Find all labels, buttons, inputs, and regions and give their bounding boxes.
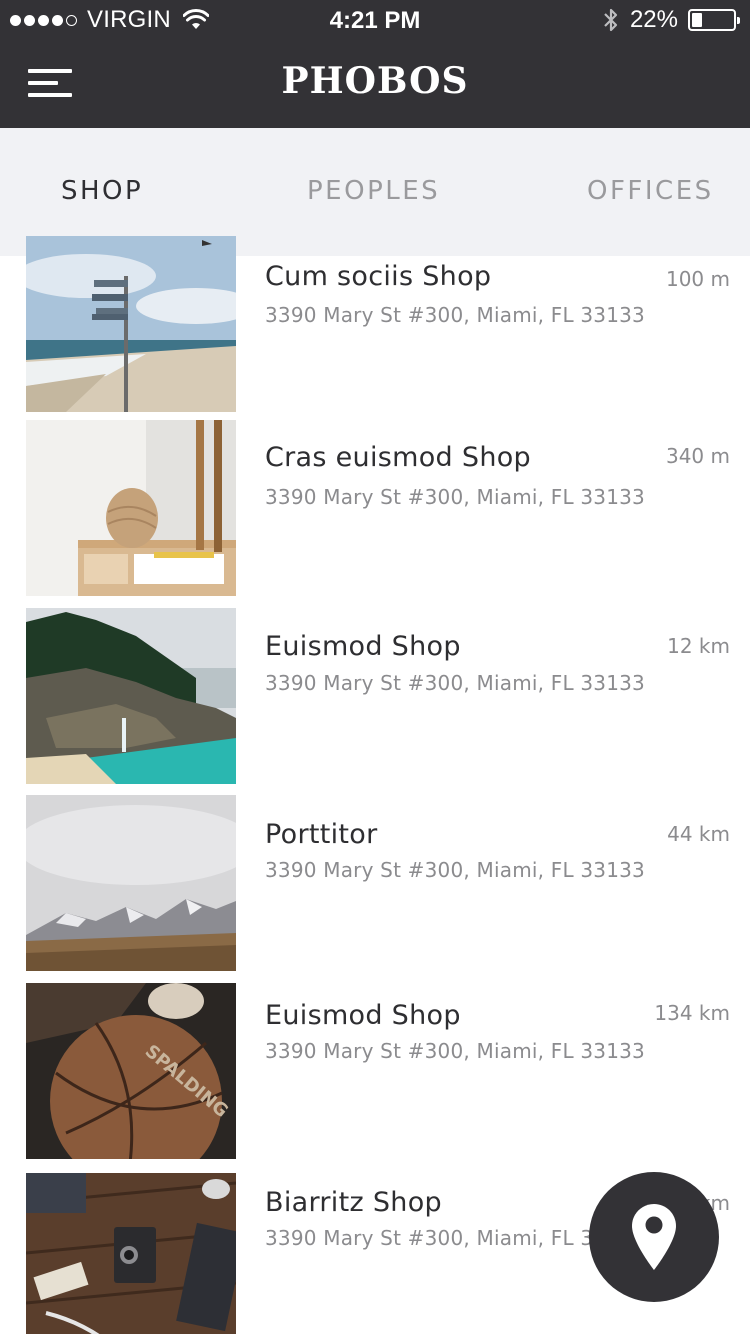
tab-offices[interactable]: OFFICES — [587, 176, 714, 206]
shop-address: 3390 Mary St #300, Miami, FL 33133 — [265, 858, 645, 882]
tab-shop[interactable]: SHOP — [61, 176, 143, 206]
shop-name: Biarritz Shop — [265, 1187, 442, 1218]
tab-peoples[interactable]: PEOPLES — [307, 176, 440, 206]
battery-icon — [688, 9, 740, 31]
map-button[interactable] — [589, 1172, 719, 1302]
bluetooth-icon — [604, 8, 618, 32]
shop-name: Porttitor — [265, 819, 378, 850]
shop-address: 3390 Mary St #300, Miami, FL 33133 — [265, 1226, 645, 1250]
battery-fill — [692, 13, 702, 27]
map-pin-icon — [632, 1204, 676, 1270]
shop-distance: 100 m — [665, 267, 730, 291]
vintage-camera-image — [26, 1173, 236, 1334]
status-right: 22% — [602, 6, 740, 34]
shop-distance: 134 km — [654, 1001, 730, 1025]
shop-distance: 340 m — [665, 444, 730, 468]
shop-address: 3390 Mary St #300, Miami, FL 33133 — [265, 303, 645, 327]
shop-name: Cum sociis Shop — [265, 261, 492, 292]
mountain-landscape-image — [26, 795, 236, 971]
app-title: PHOBOS — [281, 60, 469, 102]
shop-address: 3390 Mary St #300, Miami, FL 33133 — [265, 485, 645, 509]
top-header: VIRGIN 4:21 PM 22% PHOBOS — [0, 0, 750, 128]
interior-drawer-image — [26, 420, 236, 596]
shop-name: Euismod Shop — [265, 1000, 461, 1031]
shop-distance: 12 km — [667, 634, 730, 658]
battery-percent: 22% — [629, 6, 678, 33]
list-item[interactable]: Euismod Shop 3390 Mary St #300, Miami, F… — [0, 608, 750, 784]
status-bar: VIRGIN 4:21 PM 22% — [0, 0, 750, 40]
shop-address: 3390 Mary St #300, Miami, FL 33133 — [265, 1039, 645, 1063]
list-item[interactable]: Cras euismod Shop 3390 Mary St #300, Mia… — [0, 420, 750, 596]
beach-signpost-image — [26, 236, 236, 412]
shop-distance: 44 km — [667, 822, 730, 846]
list-item[interactable]: Porttitor 3390 Mary St #300, Miami, FL 3… — [0, 795, 750, 971]
shop-name: Euismod Shop — [265, 631, 461, 662]
list-item[interactable]: Cum sociis Shop 3390 Mary St #300, Miami… — [0, 236, 750, 412]
list-item[interactable]: SPALDING Euismod Shop 3390 Mary St #300,… — [0, 983, 750, 1159]
shop-address: 3390 Mary St #300, Miami, FL 33133 — [265, 671, 645, 695]
coastal-cliff-image — [26, 608, 236, 784]
basketball-image: SPALDING — [26, 983, 236, 1159]
shop-name: Cras euismod Shop — [265, 442, 531, 473]
